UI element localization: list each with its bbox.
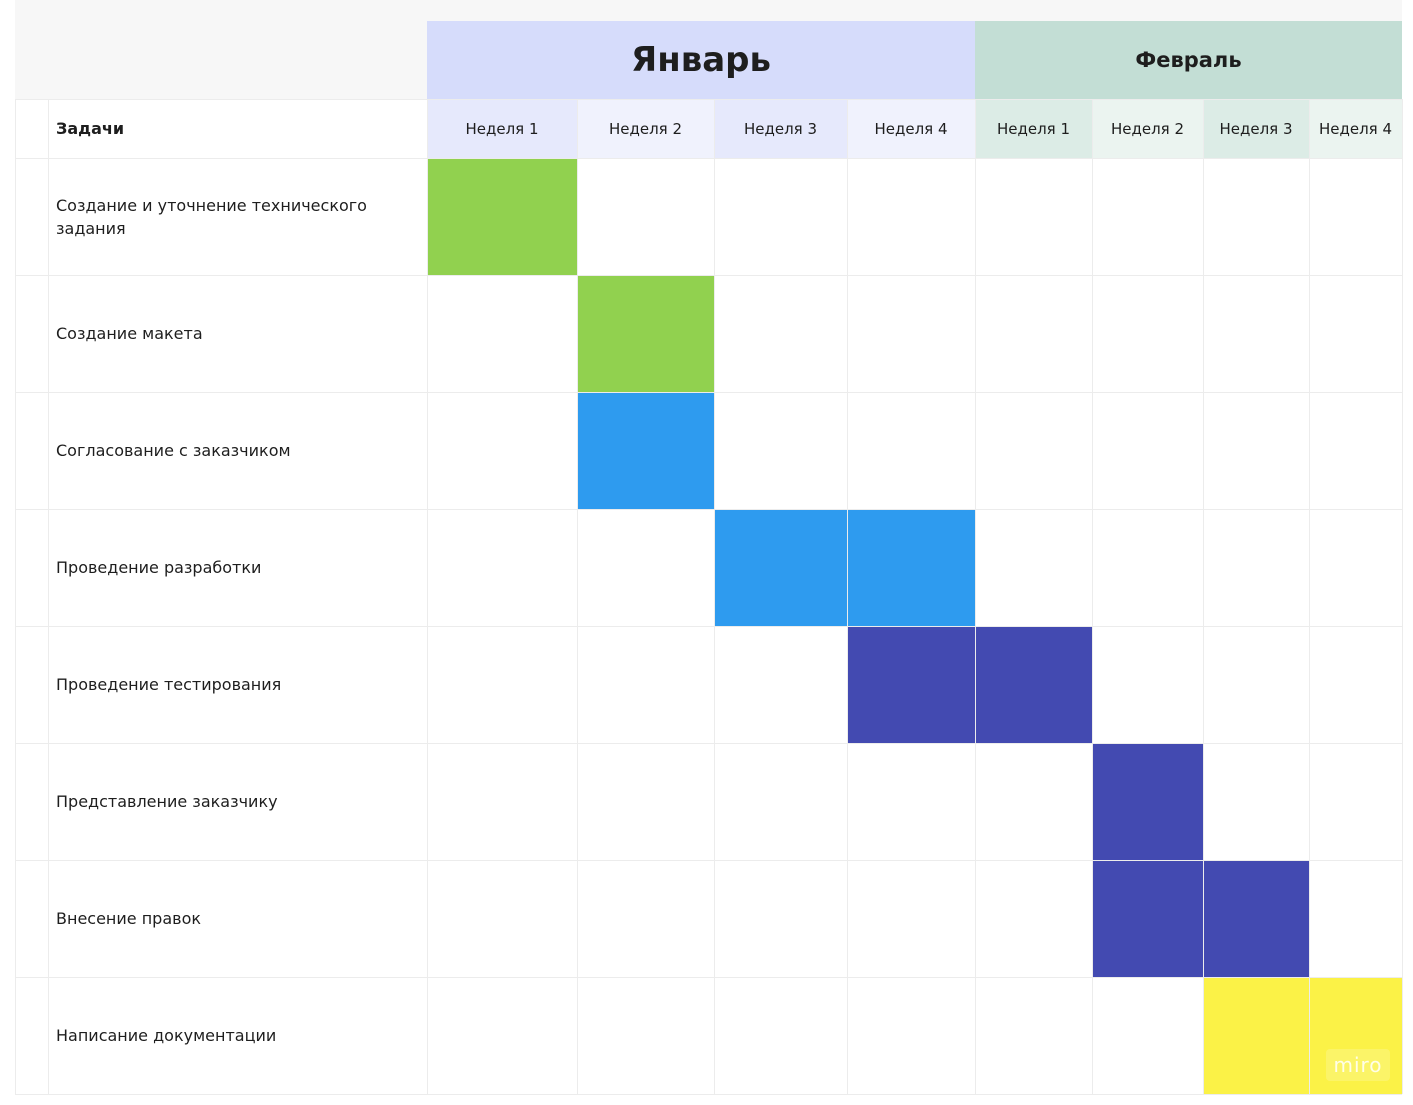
row-handle[interactable]: [15, 977, 48, 1094]
row-handle-header: [15, 99, 48, 158]
row-handle[interactable]: [15, 626, 48, 743]
task-name: Проведение разработки: [56, 558, 262, 577]
gantt-bar-cell[interactable]: [847, 509, 975, 626]
miro-watermark: miro: [1326, 1049, 1390, 1081]
week-label: Неделя 3: [1219, 119, 1293, 138]
grid-line: [1092, 99, 1093, 1094]
gantt-bar-cell[interactable]: [1092, 860, 1203, 977]
row-handle[interactable]: [15, 509, 48, 626]
grid-line: [15, 509, 1402, 510]
gantt-bar-cell[interactable]: [577, 275, 714, 392]
row-handle[interactable]: [15, 860, 48, 977]
row-handle[interactable]: [15, 158, 48, 275]
week-header-cell[interactable]: Неделя 2: [1092, 99, 1203, 158]
grid-line: [15, 626, 1402, 627]
month-label: Февраль: [1135, 48, 1242, 72]
row-handle[interactable]: [15, 392, 48, 509]
gantt-bar-cell[interactable]: [975, 626, 1092, 743]
grid-line: [15, 743, 1402, 744]
grid-line: [15, 99, 1402, 100]
grid-line: [577, 99, 578, 1094]
task-name-cell[interactable]: Проведение тестирования: [48, 626, 427, 743]
month-header-february[interactable]: Февраль: [975, 21, 1402, 99]
task-name: Проведение тестирования: [56, 675, 282, 694]
grid-line: [427, 99, 428, 1094]
week-label: Неделя 2: [608, 119, 683, 138]
week-label: Неделя 3: [743, 119, 818, 138]
grid-line: [714, 99, 715, 1094]
task-name-cell[interactable]: Проведение разработки: [48, 509, 427, 626]
task-name-cell[interactable]: Создание и уточнение технического задани…: [48, 158, 427, 275]
week-header-cell[interactable]: Неделя 4: [1309, 99, 1402, 158]
week-header-cell[interactable]: Неделя 2: [577, 99, 714, 158]
grid-line: [1309, 99, 1310, 1094]
gantt-bar-cell[interactable]: [1092, 743, 1203, 860]
week-label: Неделя 1: [465, 119, 539, 138]
week-header-cell[interactable]: Неделя 3: [1203, 99, 1309, 158]
gantt-board: Январь Февраль Задачи Неделя 1 Неделя 2 Не…: [0, 0, 1413, 1105]
week-header-cell[interactable]: Неделя 3: [714, 99, 847, 158]
grid-line: [1402, 99, 1403, 1094]
task-name: Создание и уточнение технического задани…: [56, 195, 367, 238]
week-header-cell[interactable]: Неделя 1: [427, 99, 577, 158]
grid-line: [1203, 99, 1204, 1094]
gantt-bar-cell[interactable]: [577, 392, 714, 509]
row-handle[interactable]: [15, 743, 48, 860]
task-name-cell[interactable]: Создание макета: [48, 275, 427, 392]
grid-line: [15, 977, 1402, 978]
grid-line: [15, 158, 1402, 159]
task-name-cell[interactable]: Внесение правок: [48, 860, 427, 977]
grid-line: [15, 99, 16, 1094]
grid-line: [15, 1094, 1402, 1095]
row-handle[interactable]: [15, 275, 48, 392]
grid-line: [975, 99, 976, 1094]
grid-line: [15, 275, 1402, 276]
gantt-bar-cell[interactable]: [714, 509, 847, 626]
week-label: Неделя 1: [996, 119, 1071, 138]
tasks-header-label: Задачи: [56, 119, 125, 138]
task-name: Внесение правок: [56, 909, 202, 928]
header-top-strip: [427, 0, 1402, 21]
task-name: Написание документации: [56, 1026, 277, 1045]
task-name: Согласование с заказчиком: [56, 441, 291, 460]
week-label: Неделя 4: [874, 119, 948, 138]
grid-line: [847, 99, 848, 1094]
task-name-cell[interactable]: Представление заказчику: [48, 743, 427, 860]
week-label: Неделя 2: [1110, 119, 1185, 138]
week-header-cell[interactable]: Неделя 1: [975, 99, 1092, 158]
gantt-bar-cell[interactable]: [1203, 977, 1309, 1094]
task-name: Создание макета: [56, 324, 203, 343]
header-corner: [15, 0, 427, 99]
task-name-cell[interactable]: Согласование с заказчиком: [48, 392, 427, 509]
week-header-cell[interactable]: Неделя 4: [847, 99, 975, 158]
task-name-cell[interactable]: Написание документации: [48, 977, 427, 1094]
gantt-bar-cell[interactable]: [427, 158, 577, 275]
tasks-column-header[interactable]: Задачи: [48, 99, 427, 158]
task-name: Представление заказчику: [56, 792, 278, 811]
month-label: Январь: [631, 40, 771, 80]
gantt-bar-cell[interactable]: [1203, 860, 1309, 977]
week-label: Неделя 4: [1318, 119, 1393, 138]
gantt-bar-cell[interactable]: [847, 626, 975, 743]
month-header-january[interactable]: Январь: [427, 21, 975, 99]
grid-line: [15, 392, 1402, 393]
grid-line: [15, 860, 1402, 861]
grid-line: [48, 99, 49, 1094]
